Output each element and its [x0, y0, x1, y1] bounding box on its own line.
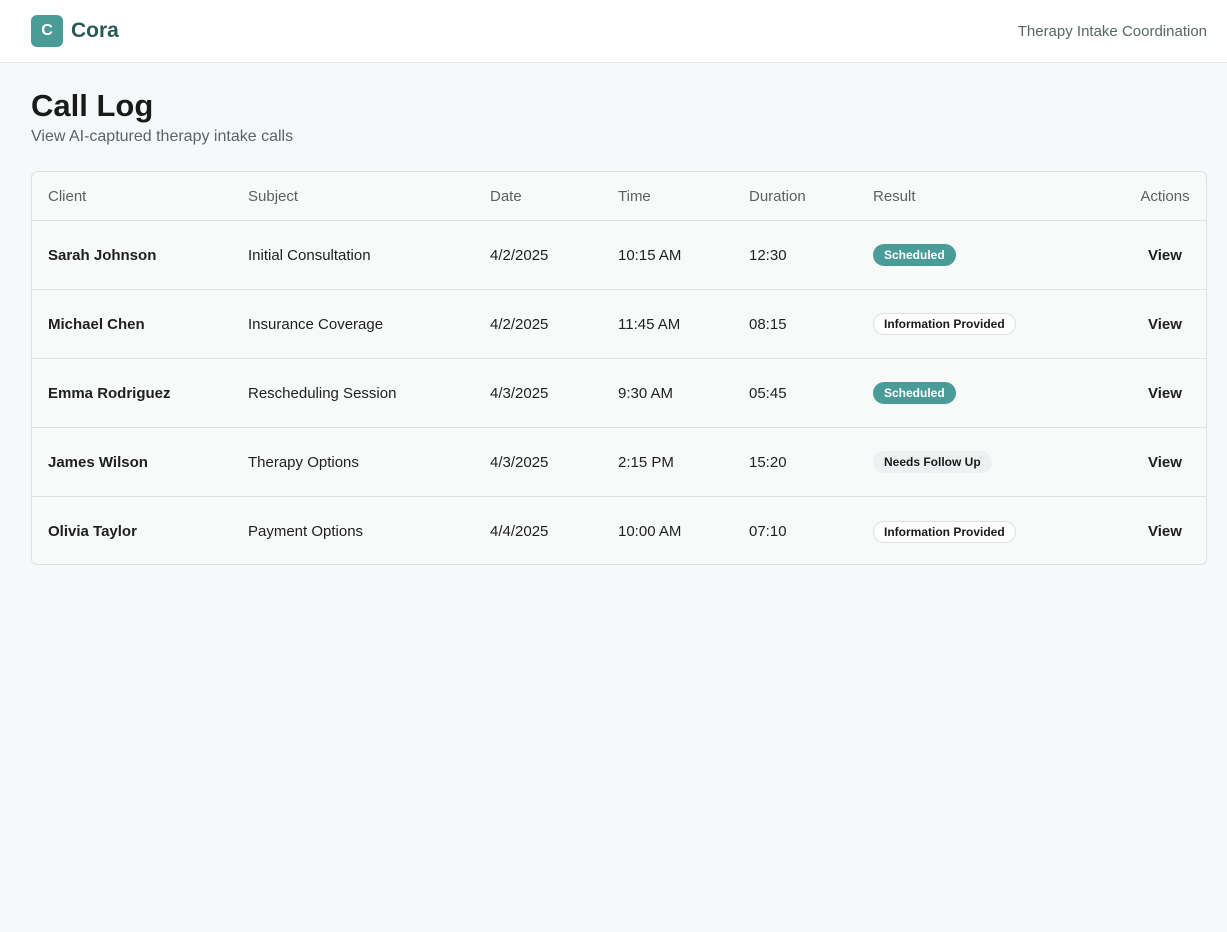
call-time: 10:15 AM: [618, 246, 682, 264]
result-cell: Information Provided: [873, 520, 1016, 543]
call-duration: 07:10: [749, 523, 787, 540]
status-badge: Scheduled: [873, 244, 956, 266]
call-duration: 15:20: [749, 453, 787, 471]
call-duration: 08:15: [749, 315, 787, 333]
call-time: 9:30 AM: [618, 384, 674, 402]
call-subject: Insurance Coverage: [248, 315, 384, 333]
call-date: 4/3/2025: [490, 384, 549, 402]
status-badge: Information Provided: [873, 313, 1016, 335]
column-header-duration: Duration: [749, 187, 806, 205]
call-date: 4/2/2025: [490, 246, 549, 264]
table-row[interactable]: Sarah Johnson Initial Consultation 4/2/2…: [32, 221, 1206, 290]
call-date: 4/3/2025: [490, 453, 549, 471]
client-name: Olivia Taylor: [48, 523, 137, 540]
view-button[interactable]: View: [1130, 385, 1200, 402]
client-name: Emma Rodriguez: [48, 384, 171, 402]
call-duration: 05:45: [749, 384, 787, 402]
call-time: 2:15 PM: [618, 453, 674, 471]
call-subject: Payment Options: [248, 523, 364, 540]
column-header-client: Client: [48, 187, 87, 205]
app-name: Cora: [71, 19, 119, 42]
view-button[interactable]: View: [1130, 523, 1200, 540]
call-subject: Initial Consultation: [248, 246, 371, 264]
status-badge: Information Provided: [873, 520, 1016, 543]
call-time: 11:45 AM: [618, 315, 681, 333]
call-time: 10:00 AM: [618, 523, 682, 540]
table-row[interactable]: Michael Chen Insurance Coverage 4/2/2025…: [32, 290, 1206, 359]
column-header-date: Date: [490, 187, 522, 205]
call-duration: 12:30: [749, 246, 787, 264]
top-bar: C Cora Therapy Intake Coordination: [0, 0, 1227, 63]
call-subject: Therapy Options: [248, 453, 359, 471]
view-button[interactable]: View: [1130, 247, 1200, 264]
status-badge: Scheduled: [873, 382, 956, 404]
call-date: 4/2/2025: [490, 315, 549, 333]
call-log-table: Client Subject Date Time Duration Result…: [31, 171, 1207, 565]
call-date: 4/4/2025: [490, 523, 549, 540]
app-tagline: Therapy Intake Coordination: [1017, 22, 1207, 40]
brand[interactable]: C Cora: [31, 15, 119, 47]
column-header-actions: Actions: [1140, 187, 1190, 205]
table-row[interactable]: Olivia Taylor Payment Options 4/4/2025 1…: [32, 497, 1206, 564]
page-subtitle: View AI-captured therapy intake calls: [31, 128, 294, 145]
client-name: Sarah Johnson: [48, 246, 157, 264]
table-header-row: Client Subject Date Time Duration Result…: [32, 172, 1206, 221]
table-row[interactable]: James Wilson Therapy Options 4/3/2025 2:…: [32, 428, 1206, 497]
call-subject: Rescheduling Session: [248, 384, 397, 402]
result-cell: Scheduled: [873, 244, 956, 266]
page-header: Call Log View AI-captured therapy intake…: [31, 88, 293, 146]
page-title: Call Log: [31, 88, 154, 123]
result-cell: Needs Follow Up: [873, 451, 992, 473]
view-button[interactable]: View: [1130, 316, 1200, 333]
view-button[interactable]: View: [1130, 454, 1200, 471]
client-name: Michael Chen: [48, 315, 145, 333]
result-cell: Scheduled: [873, 382, 956, 404]
column-header-time: Time: [618, 187, 651, 205]
client-name: James Wilson: [48, 453, 148, 471]
column-header-subject: Subject: [248, 187, 299, 205]
column-header-result: Result: [873, 187, 916, 205]
table-row[interactable]: Emma Rodriguez Rescheduling Session 4/3/…: [32, 359, 1206, 428]
status-badge: Needs Follow Up: [873, 451, 992, 473]
result-cell: Information Provided: [873, 313, 1016, 335]
logo-icon: C: [31, 15, 63, 47]
